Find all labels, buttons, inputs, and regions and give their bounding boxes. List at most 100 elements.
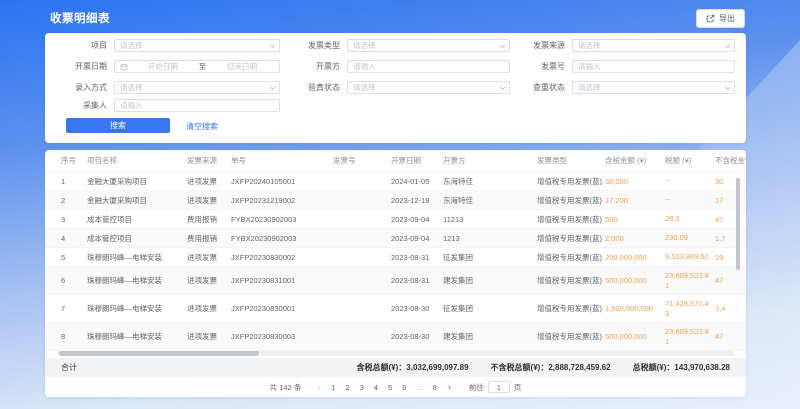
cell-issuer: 东海特佳: [443, 195, 537, 206]
date-start-placeholder: 开始日期: [131, 61, 195, 72]
filter-entry-method: 录入方式 请选择: [47, 81, 280, 94]
cell-invoice-date: 2023-08-31: [391, 253, 443, 262]
summary-label: 合计: [61, 362, 77, 373]
cell-invoice-source: 进项发票: [187, 195, 231, 206]
verify-status-select[interactable]: 请选择: [347, 81, 510, 94]
entry-method-select[interactable]: 请选择: [114, 81, 280, 94]
pagination-page-1[interactable]: 1: [331, 383, 335, 392]
export-button[interactable]: 导出: [696, 9, 745, 28]
date-end-placeholder: 结束日期: [210, 61, 274, 72]
cell-invoice-type: 增值税专用发票(蓝): [537, 331, 605, 342]
cell-amount-incl-tax: 1,500,000,000: [605, 304, 665, 313]
pagination-page-3[interactable]: 3: [360, 383, 364, 392]
chevron-down-icon: [725, 42, 731, 48]
cell-amount-incl-tax: 500: [605, 215, 665, 224]
calendar-icon: [120, 63, 128, 71]
cell-project-name: 珠穆朗玛峰—电梯安装: [87, 275, 187, 286]
filter-collector: 采集人: [47, 99, 280, 112]
summary-incl-tax-total-label: 含税总额(¥)：: [356, 363, 406, 372]
table-header-row: 序号 项目名称 发票来源 单号 发票号 开票日期 开票方 发票类型 含税金额 (…: [45, 150, 746, 172]
pagination-page-4[interactable]: 4: [374, 383, 378, 392]
search-button[interactable]: 搜索: [66, 118, 170, 133]
filter-issuer: 开票方: [280, 60, 510, 73]
cell-project-name: 金融大厦采购项目: [87, 195, 187, 206]
cell-invoice-type: 增值税专用发票(蓝): [537, 252, 605, 263]
filter-dup-status-label: 查重状态: [505, 82, 565, 93]
cell-index: 2: [61, 196, 87, 205]
invoice-source-select[interactable]: 请选择: [572, 39, 735, 52]
cell-project-name: 金融大厦采购项目: [87, 176, 187, 187]
cell-order-no: JXFP20230831001: [231, 276, 333, 285]
date-separator: 至: [199, 61, 207, 72]
dup-status-select[interactable]: 请选择: [572, 81, 735, 94]
issuer-input[interactable]: [353, 61, 504, 72]
vertical-scrollbar[interactable]: [736, 178, 740, 270]
col-header-invoice-date: 开票日期: [391, 155, 443, 166]
table-row: 5 珠穆朗玛峰—电梯安装 进项发票 JXFP20230830002 2023-0…: [45, 248, 746, 267]
pagination-page-2[interactable]: 2: [346, 383, 350, 392]
cell-issuer: 征发集团: [443, 303, 537, 314]
cell-amount-incl-tax: 500,000,000: [605, 276, 665, 285]
project-select[interactable]: 请选择: [114, 39, 280, 52]
cell-issuer: 1213: [443, 234, 537, 243]
filter-invoice-source: 发票来源 请选择: [505, 39, 735, 52]
cell-order-no: FYBX20230902003: [231, 234, 333, 243]
filter-verify-status-label: 验真状态: [280, 82, 340, 93]
cell-project-name: 成本管控项目: [87, 233, 187, 244]
cell-amount-incl-tax: 30,000: [605, 177, 665, 186]
cell-amount-incl-tax: 200,000,000: [605, 253, 665, 262]
summary-tax-total: 总税额(¥)：143,970,638.28: [633, 362, 730, 373]
cell-invoice-type: 增值税专用发票(蓝): [537, 233, 605, 244]
invoice-type-select[interactable]: 请选择: [347, 39, 510, 52]
cell-invoice-date: 2023-12-19: [391, 196, 443, 205]
collector-input[interactable]: [120, 100, 274, 111]
invoice-no-input[interactable]: [578, 61, 729, 72]
cell-issuer: 东海特佳: [443, 176, 537, 187]
cell-invoice-date: 2024-01-05: [391, 177, 443, 186]
cell-tax: 23,809,523.81: [665, 271, 715, 291]
filter-project: 项目 请选择: [47, 39, 280, 52]
chevron-down-icon: [270, 42, 276, 48]
cell-tax: 23,809,523.81: [665, 327, 715, 347]
cell-index: 6: [61, 276, 87, 285]
pagination-prev-button[interactable]: ‹: [317, 383, 320, 392]
summary-excl-tax-total-value: 2,888,728,459.62: [548, 363, 610, 372]
cell-index: 3: [61, 215, 87, 224]
horizontal-scrollbar[interactable]: [57, 351, 734, 356]
cell-amount-excl-tax: 17: [715, 196, 746, 205]
cell-invoice-type: 增值税专用发票(蓝): [537, 275, 605, 286]
invoice-date-range-picker[interactable]: 开始日期 至 结束日期: [114, 60, 280, 73]
entry-method-placeholder: 请选择: [120, 82, 143, 93]
cell-invoice-type: 增值税专用发票(蓝): [537, 176, 605, 187]
col-header-index: 序号: [61, 155, 87, 166]
cell-index: 8: [61, 332, 87, 341]
pagination-page-6[interactable]: 6: [402, 383, 406, 392]
horizontal-scrollbar-thumb[interactable]: [59, 351, 259, 356]
invoice-source-placeholder: 请选择: [578, 40, 601, 51]
chevron-down-icon: [725, 84, 731, 90]
cell-tax: 9,523,809.52: [665, 252, 715, 262]
table-row: 8 珠穆朗玛峰—电梯安装 进项发票 JXFP20230830003 2023-0…: [45, 323, 746, 351]
table-row: 6 珠穆朗玛峰—电梯安装 进项发票 JXFP20230831001 2023-0…: [45, 267, 746, 295]
filter-invoice-no: 发票号: [505, 60, 735, 73]
cell-order-no: JXFP20240105001: [231, 177, 333, 186]
cell-amount-excl-tax: 30: [715, 177, 746, 186]
table-row: 2 金融大厦采购项目 进项发票 JXFP20231219002 2023-12-…: [45, 191, 746, 210]
pagination-total: 共 142 条: [270, 382, 302, 393]
cell-amount-incl-tax: 500,000,000: [605, 332, 665, 341]
clear-search-link[interactable]: 清空搜索: [186, 121, 218, 132]
cell-amount-incl-tax: 2,000: [605, 234, 665, 243]
cell-amount-excl-tax: 19: [715, 253, 746, 262]
jump-page-input[interactable]: [488, 381, 510, 393]
pagination-page-8[interactable]: 8: [433, 383, 437, 392]
export-button-label: 导出: [719, 13, 735, 24]
cell-tax: --: [665, 195, 715, 205]
cell-tax: 230.09: [665, 233, 715, 243]
pagination-page-5[interactable]: 5: [388, 383, 392, 392]
verify-status-placeholder: 请选择: [353, 82, 376, 93]
cell-amount-excl-tax: 1,4: [715, 304, 746, 313]
col-header-amount-excl-tax: 不含税金额 (¥): [715, 155, 746, 166]
cell-order-no: JXFP20230830003: [231, 332, 333, 341]
pagination-bar: 共 142 条 ‹ 123456...8 › 前往 页: [45, 377, 746, 397]
pagination-next-button[interactable]: ›: [448, 383, 451, 392]
